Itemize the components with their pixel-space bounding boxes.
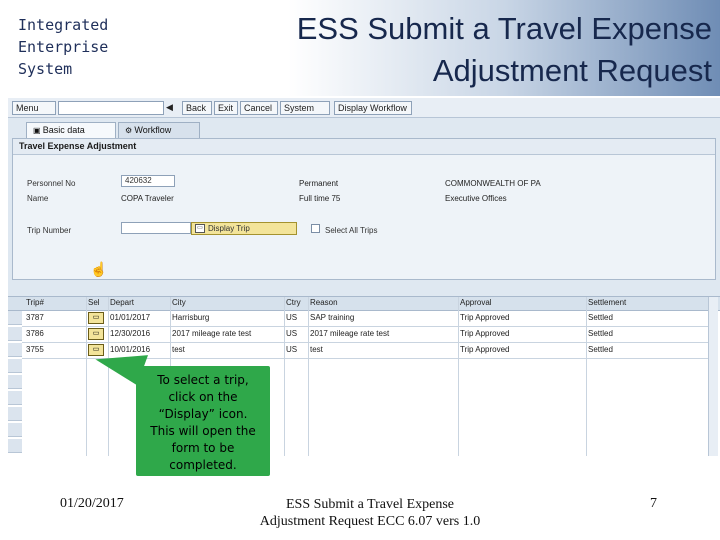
org-unit-value: Executive Offices [445, 194, 507, 203]
page-number: 7 [650, 496, 657, 511]
cancel-button[interactable]: Cancel [240, 101, 278, 115]
display-workflow-button[interactable]: Display Workflow [334, 101, 412, 115]
tab-basic-data-label: Basic data [42, 125, 85, 135]
footer-title: ESS Submit a Travel Expense Adjustment R… [250, 496, 490, 530]
table-row[interactable]: 3787 ▭ 01/01/2017 Harrisburg US SAP trai… [22, 311, 712, 327]
display-icon: ▭ [195, 224, 205, 233]
col-approval[interactable]: Approval [460, 298, 492, 307]
callout-line: form to be [171, 441, 235, 455]
depart-cell: 01/01/2017 [110, 313, 151, 322]
sap-screen: Menu ◀ Back Exit Cancel System Display W… [8, 98, 720, 456]
col-trip[interactable]: Trip# [26, 298, 44, 307]
row-selector[interactable] [8, 439, 22, 453]
trip-cell: 3786 [26, 329, 44, 338]
callout-line: “Display” icon. [158, 407, 248, 421]
display-trip-button[interactable]: ▭ Display Trip [191, 222, 297, 235]
ctry-cell: US [286, 329, 298, 338]
tab-basic-data[interactable]: ▣ Basic data [26, 122, 116, 138]
personnel-no-field[interactable]: 420632 [121, 175, 175, 187]
slide-title-line-2: Adjustment Request [432, 53, 712, 88]
callout-line: To select a trip, [157, 373, 249, 387]
row-selector[interactable] [8, 423, 22, 437]
settlement-cell: Settled [588, 329, 613, 338]
select-all-trips-checkbox[interactable] [311, 224, 320, 233]
display-icon[interactable]: ▭ [88, 328, 104, 340]
brand-logo-text: Integrated Enterprise System [18, 14, 108, 80]
row-selector[interactable] [8, 407, 22, 421]
city-cell: 2017 mileage rate test [172, 329, 252, 338]
approval-cell: Trip Approved [460, 345, 510, 354]
col-depart[interactable]: Depart [110, 298, 134, 307]
permanent-value: Permanent [299, 179, 339, 188]
tab-workflow-label: Workflow [134, 125, 172, 135]
exit-button[interactable]: Exit [214, 101, 238, 115]
settlement-cell: Settled [588, 345, 613, 354]
select-all-trips-label: Select All Trips [325, 226, 378, 235]
city-cell: test [172, 345, 185, 354]
tab-workflow[interactable]: ⚙ Workflow [118, 122, 200, 138]
brand-line-3: System [18, 60, 73, 78]
row-selector[interactable] [8, 391, 22, 405]
reason-cell: 2017 mileage rate test [310, 329, 390, 338]
col-ctry[interactable]: Ctry [286, 298, 301, 307]
name-label: Name [27, 194, 49, 203]
trip-cell: 3755 [26, 345, 44, 354]
back-arrow-icon[interactable]: ◀ [166, 101, 178, 115]
footer-title-line-1: ESS Submit a Travel Expense [285, 497, 454, 512]
callout-text: To select a trip, click on the “Display”… [136, 372, 270, 474]
row-selector[interactable] [8, 311, 22, 325]
footer-date: 01/20/2017 [60, 496, 124, 511]
settlement-cell: Settled [588, 313, 613, 322]
approval-cell: Trip Approved [460, 329, 510, 338]
back-button[interactable]: Back [182, 101, 212, 115]
ctry-cell: US [286, 345, 298, 354]
display-icon[interactable]: ▭ [88, 312, 104, 324]
table-row[interactable]: 3786 ▭ 12/30/2016 2017 mileage rate test… [22, 327, 712, 343]
approval-cell: Trip Approved [460, 313, 510, 322]
basic-data-icon: ▣ [33, 126, 43, 135]
depart-cell: 12/30/2016 [110, 329, 151, 338]
org-value: COMMONWEALTH OF PA [445, 179, 541, 188]
panel-title: Travel Expense Adjustment [13, 139, 715, 155]
callout-line: This will open the [150, 424, 256, 438]
workflow-icon: ⚙ [125, 126, 135, 135]
command-field[interactable] [58, 101, 164, 115]
table-header: Trip# Sel Depart City Ctry Reason Approv… [8, 297, 720, 311]
col-city[interactable]: City [172, 298, 186, 307]
col-sel[interactable]: Sel [88, 298, 100, 307]
footer-title-line-2: Adjustment Request ECC 6.07 vers 1.0 [259, 514, 481, 529]
slide-title-line-1: ESS Submit a Travel Expense [296, 11, 712, 46]
brand-line-1: Integrated [18, 16, 109, 34]
sap-toolbar: Menu ◀ Back Exit Cancel System Display W… [8, 98, 720, 118]
col-settlement[interactable]: Settlement [588, 298, 626, 307]
display-trip-label: Display Trip [208, 224, 250, 233]
row-selector[interactable] [8, 343, 22, 357]
menu-button[interactable]: Menu [12, 101, 56, 115]
row-selector[interactable] [8, 359, 22, 373]
trip-number-field[interactable] [121, 222, 191, 234]
travel-expense-panel: Travel Expense Adjustment Personnel No 4… [12, 138, 716, 280]
trip-cell: 3787 [26, 313, 44, 322]
callout-line: completed. [169, 458, 237, 472]
slide-title: ESS Submit a Travel Expense Adjustment R… [242, 8, 712, 92]
reason-cell: test [310, 345, 323, 354]
callout-line: click on the [168, 390, 238, 404]
brand-line-2: Enterprise [18, 38, 109, 56]
ctry-cell: US [286, 313, 298, 322]
personnel-no-label: Personnel No [27, 179, 76, 188]
table-scrollbar[interactable] [708, 297, 718, 456]
city-cell: Harrisburg [172, 313, 210, 322]
row-selector[interactable] [8, 327, 22, 341]
system-menu-button[interactable]: System [280, 101, 330, 115]
fulltime-value: Full time 75 [299, 194, 341, 203]
trip-number-label: Trip Number [27, 226, 72, 235]
name-value: COPA Traveler [121, 194, 174, 203]
col-reason[interactable]: Reason [310, 298, 338, 307]
row-selector[interactable] [8, 375, 22, 389]
pointer-hand-icon: ☝ [90, 261, 108, 277]
reason-cell: SAP training [310, 313, 355, 322]
